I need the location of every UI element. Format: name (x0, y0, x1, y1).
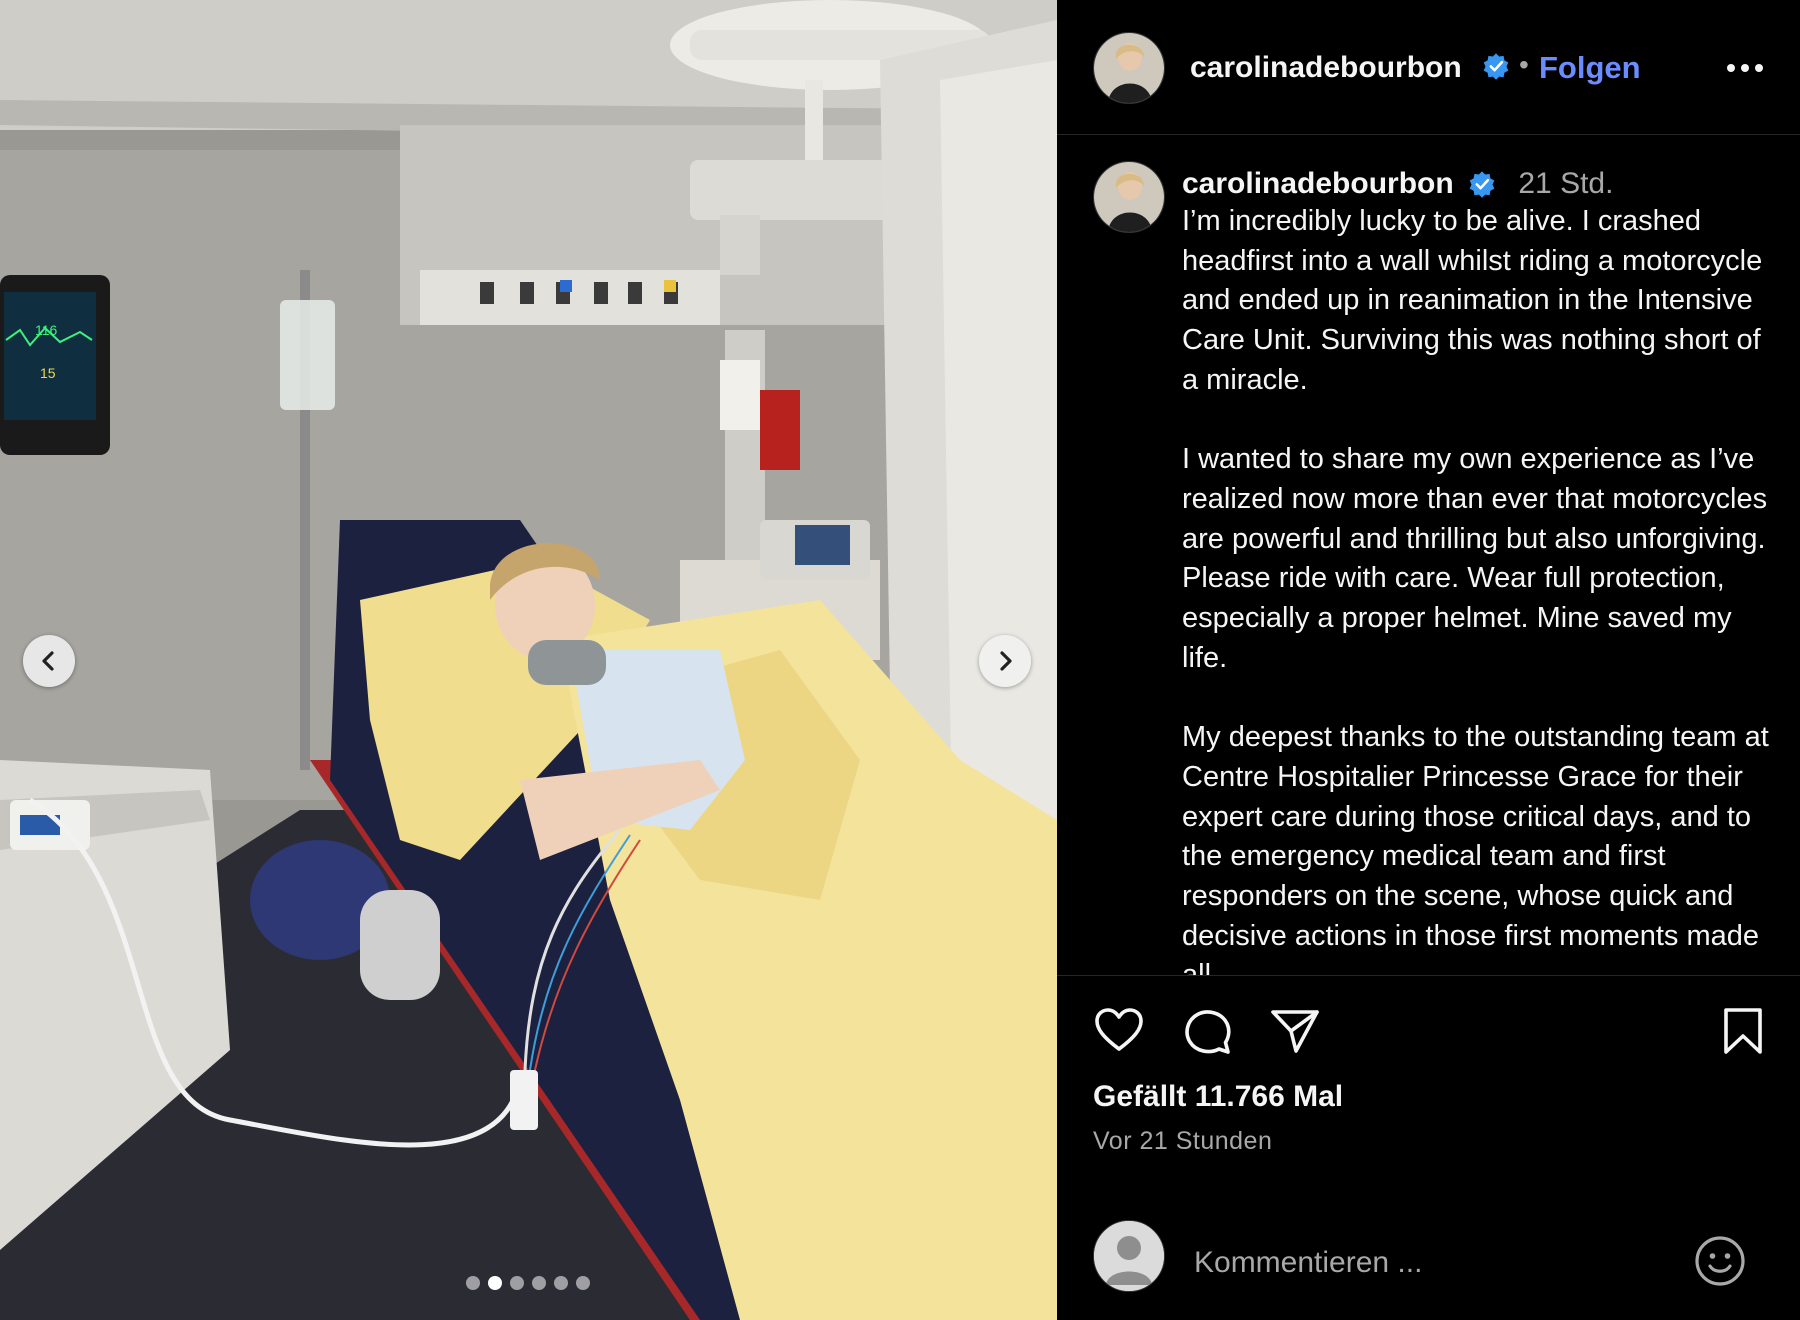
post-header: carolinadebourbon • Folgen (1057, 0, 1800, 135)
caption-timestamp[interactable]: 21 Std. (1518, 167, 1613, 200)
comment-composer (1057, 1220, 1800, 1320)
caption-section: carolinadebourbon 21 Std. I’m incredibly… (1057, 135, 1800, 976)
carousel-dot (510, 1276, 524, 1290)
avatar-icon (1094, 162, 1164, 232)
caption-author-avatar[interactable] (1093, 161, 1165, 233)
svg-text:15: 15 (40, 365, 56, 381)
caption-paragraph: My deepest thanks to the outstanding tea… (1182, 721, 1769, 976)
carousel-indicators (466, 1276, 590, 1290)
caption-username[interactable]: carolinadebourbon (1182, 167, 1454, 200)
likes-count[interactable]: Gefällt 11.766 Mal (1093, 1080, 1343, 1114)
chevron-left-icon (42, 651, 54, 671)
comment-icon[interactable] (1181, 1005, 1233, 1057)
avatar-icon (1094, 33, 1164, 103)
emoji-icon[interactable] (1693, 1234, 1747, 1288)
caption-header: carolinadebourbon 21 Std. (1182, 166, 1613, 201)
carousel-dot (554, 1276, 568, 1290)
bookmark-icon[interactable] (1717, 1005, 1769, 1057)
verified-badge-icon (1469, 171, 1495, 198)
post-timestamp[interactable]: Vor 21 Stunden (1093, 1127, 1272, 1156)
post-actions: Gefällt 11.766 Mal Vor 21 Stunden (1057, 975, 1800, 1320)
share-icon[interactable] (1269, 1005, 1321, 1057)
chevron-right-icon (1000, 651, 1012, 671)
carousel-prev-button[interactable] (23, 635, 75, 687)
caption-text: I’m incredibly lucky to be alive. I cras… (1182, 202, 1782, 976)
caption-paragraph: I’m incredibly lucky to be alive. I cras… (1182, 205, 1763, 396)
heart-icon[interactable] (1093, 1005, 1145, 1057)
author-avatar[interactable] (1093, 32, 1165, 104)
header-separator: • (1519, 49, 1529, 80)
carousel-dot (532, 1276, 546, 1290)
more-icon[interactable] (1717, 48, 1773, 88)
author-username[interactable]: carolinadebourbon (1190, 51, 1462, 85)
verified-badge-icon (1483, 53, 1509, 80)
carousel-next-button[interactable] (979, 635, 1031, 687)
svg-text:116: 116 (35, 322, 58, 338)
carousel-dot (466, 1276, 480, 1290)
hospital-photo: 116 15 (0, 0, 1057, 1320)
comment-input[interactable] (1192, 1240, 1616, 1286)
avatar-icon (1094, 1221, 1164, 1291)
carousel-dot (488, 1276, 502, 1290)
post-sidebar: carolinadebourbon • Folgen carolinadebou… (1057, 0, 1800, 1320)
instagram-post-view: 116 15 carolinadebourbon • Folgen caroli… (0, 0, 1800, 1320)
current-user-avatar (1093, 1220, 1165, 1292)
carousel-dot (576, 1276, 590, 1290)
post-media[interactable]: 116 15 (0, 0, 1057, 1320)
follow-button[interactable]: Folgen (1539, 50, 1641, 86)
caption-paragraph: I wanted to share my own experience as I… (1182, 443, 1768, 674)
